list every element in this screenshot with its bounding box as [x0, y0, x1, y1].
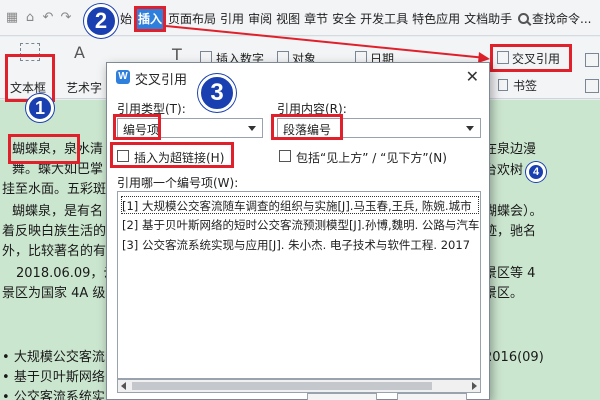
doc-line-right: 在泉边漫	[484, 142, 537, 157]
callout-box-ref-content	[271, 114, 343, 140]
bookmark-button[interactable]: 书签	[513, 77, 537, 94]
command-search-label: 查找命令...	[532, 11, 592, 26]
scroll-right-icon[interactable]	[472, 382, 477, 390]
art-text-button[interactable]: 艺术字	[66, 79, 102, 96]
cancel-button[interactable]	[397, 393, 467, 400]
doc-line: 外，比较著名的有	[2, 244, 107, 259]
doc-line-right: 迹，驰名	[484, 224, 537, 239]
doc-line-right: 2016(09)	[484, 350, 544, 365]
callout-box-highlighted-word	[8, 134, 80, 164]
layout-icon-2[interactable]	[585, 79, 599, 93]
insert-button[interactable]	[307, 393, 377, 400]
which-item-label: 引用哪一个编号项(W):	[117, 176, 239, 190]
callout-badge-1: 1	[26, 94, 54, 122]
scroll-left-icon[interactable]	[121, 382, 126, 390]
layout-icon[interactable]	[585, 53, 599, 67]
tab-section[interactable]: 章节	[302, 8, 330, 30]
tab-page-layout[interactable]: 页面布局	[166, 8, 218, 30]
bullet-text: 大规模公交客流	[13, 350, 105, 365]
scroll-thumb[interactable]	[132, 382, 432, 390]
search-icon	[518, 12, 529, 24]
bullet-text: 基于贝叶斯网络	[13, 370, 105, 385]
doc-line: 景区为国家 4A 级	[2, 286, 106, 301]
callout-box-insert-tab	[134, 6, 166, 32]
callout-badge-3: 3	[198, 74, 236, 112]
symbol-icon[interactable]: T	[172, 45, 188, 64]
tab-view[interactable]: 视图	[274, 8, 302, 30]
callout-badge-2: 2	[84, 4, 118, 38]
cross-reference-dialog: W 交叉引用 ✕ 引用类型(T): 编号项 引用内容(R): 段落编号 插入为超…	[106, 62, 490, 400]
wps-logo-icon: W	[116, 70, 130, 84]
bullet-text: 公交客流系统实	[13, 390, 105, 400]
doc-line-right: 景区等 4	[484, 266, 536, 281]
numbered-items-list[interactable]: [1] 大规模公交客流随车调查的组织与实施[J].马玉春,王兵, 陈婉.城市 […	[117, 191, 481, 379]
callout-box-ref-type	[113, 114, 161, 140]
undo-icon[interactable]: ↶	[40, 10, 56, 26]
menu-tabs: 始 插入 页面布局 引用 审阅 视图 章节 安全 开发工具 特色应用 文档助手	[118, 8, 514, 30]
include-above-below-label[interactable]: 包括“见上方” / “见下方”(N)	[296, 149, 447, 166]
chevron-down-icon	[466, 126, 474, 131]
tab-doc-assistant[interactable]: 文档助手	[462, 8, 514, 30]
redo-icon[interactable]: ↷	[58, 10, 74, 26]
bullet-line: • 公交客流系统实	[2, 390, 105, 400]
bookmark-icon[interactable]	[498, 79, 508, 91]
list-item[interactable]: [3] 公交客流系统实现与应用[J]. 朱小杰. 电子技术与软件工程. 2017	[122, 236, 476, 254]
open-folder-icon[interactable]: ⌂	[22, 10, 38, 26]
dialog-titlebar: W 交叉引用 ✕	[107, 63, 489, 91]
art-text-icon[interactable]: A	[74, 43, 94, 62]
tab-review[interactable]: 审阅	[246, 8, 274, 30]
tab-references[interactable]: 引用	[218, 8, 246, 30]
close-icon[interactable]: ✕	[466, 67, 479, 86]
tab-developer[interactable]: 开发工具	[358, 8, 410, 30]
doc-line-right: 蝴蝶会）。	[484, 204, 543, 219]
command-search[interactable]: 查找命令...	[518, 8, 591, 28]
doc-line: 着反映白族生活的	[2, 224, 107, 239]
dialog-title: 交叉引用	[135, 73, 188, 88]
list-item[interactable]: [2] 基于贝叶斯网络的短时公交客流预测模型[J].孙博,魏明. 公路与汽车	[122, 216, 480, 234]
tab-security[interactable]: 安全	[330, 8, 358, 30]
doc-line: 舞。蝶大如巴掌	[12, 162, 104, 177]
callout-badge-4: 4	[526, 162, 546, 182]
include-above-below-checkbox[interactable]	[279, 150, 291, 162]
tab-special-apps[interactable]: 特色应用	[410, 8, 462, 30]
callout-box-insert-hyperlink	[110, 142, 234, 168]
doc-line: 挂至水面。五彩斑	[2, 182, 107, 197]
bullet-line: • 大规模公交客流	[2, 350, 105, 365]
horizontal-scrollbar[interactable]	[117, 379, 481, 393]
callout-box-cross-reference	[490, 44, 572, 72]
save-icon[interactable]: ▦	[4, 10, 20, 26]
doc-line: 蝴蝶泉，是有名	[12, 204, 104, 219]
bullet-line: • 基于贝叶斯网络	[2, 370, 105, 385]
chevron-down-icon	[248, 126, 256, 131]
list-item[interactable]: [1] 大规模公交客流随车调查的组织与实施[J].马玉春,王兵, 陈婉.城市	[121, 196, 479, 214]
callout-box-text-box	[5, 54, 55, 102]
tab-start[interactable]: 始	[118, 8, 134, 30]
